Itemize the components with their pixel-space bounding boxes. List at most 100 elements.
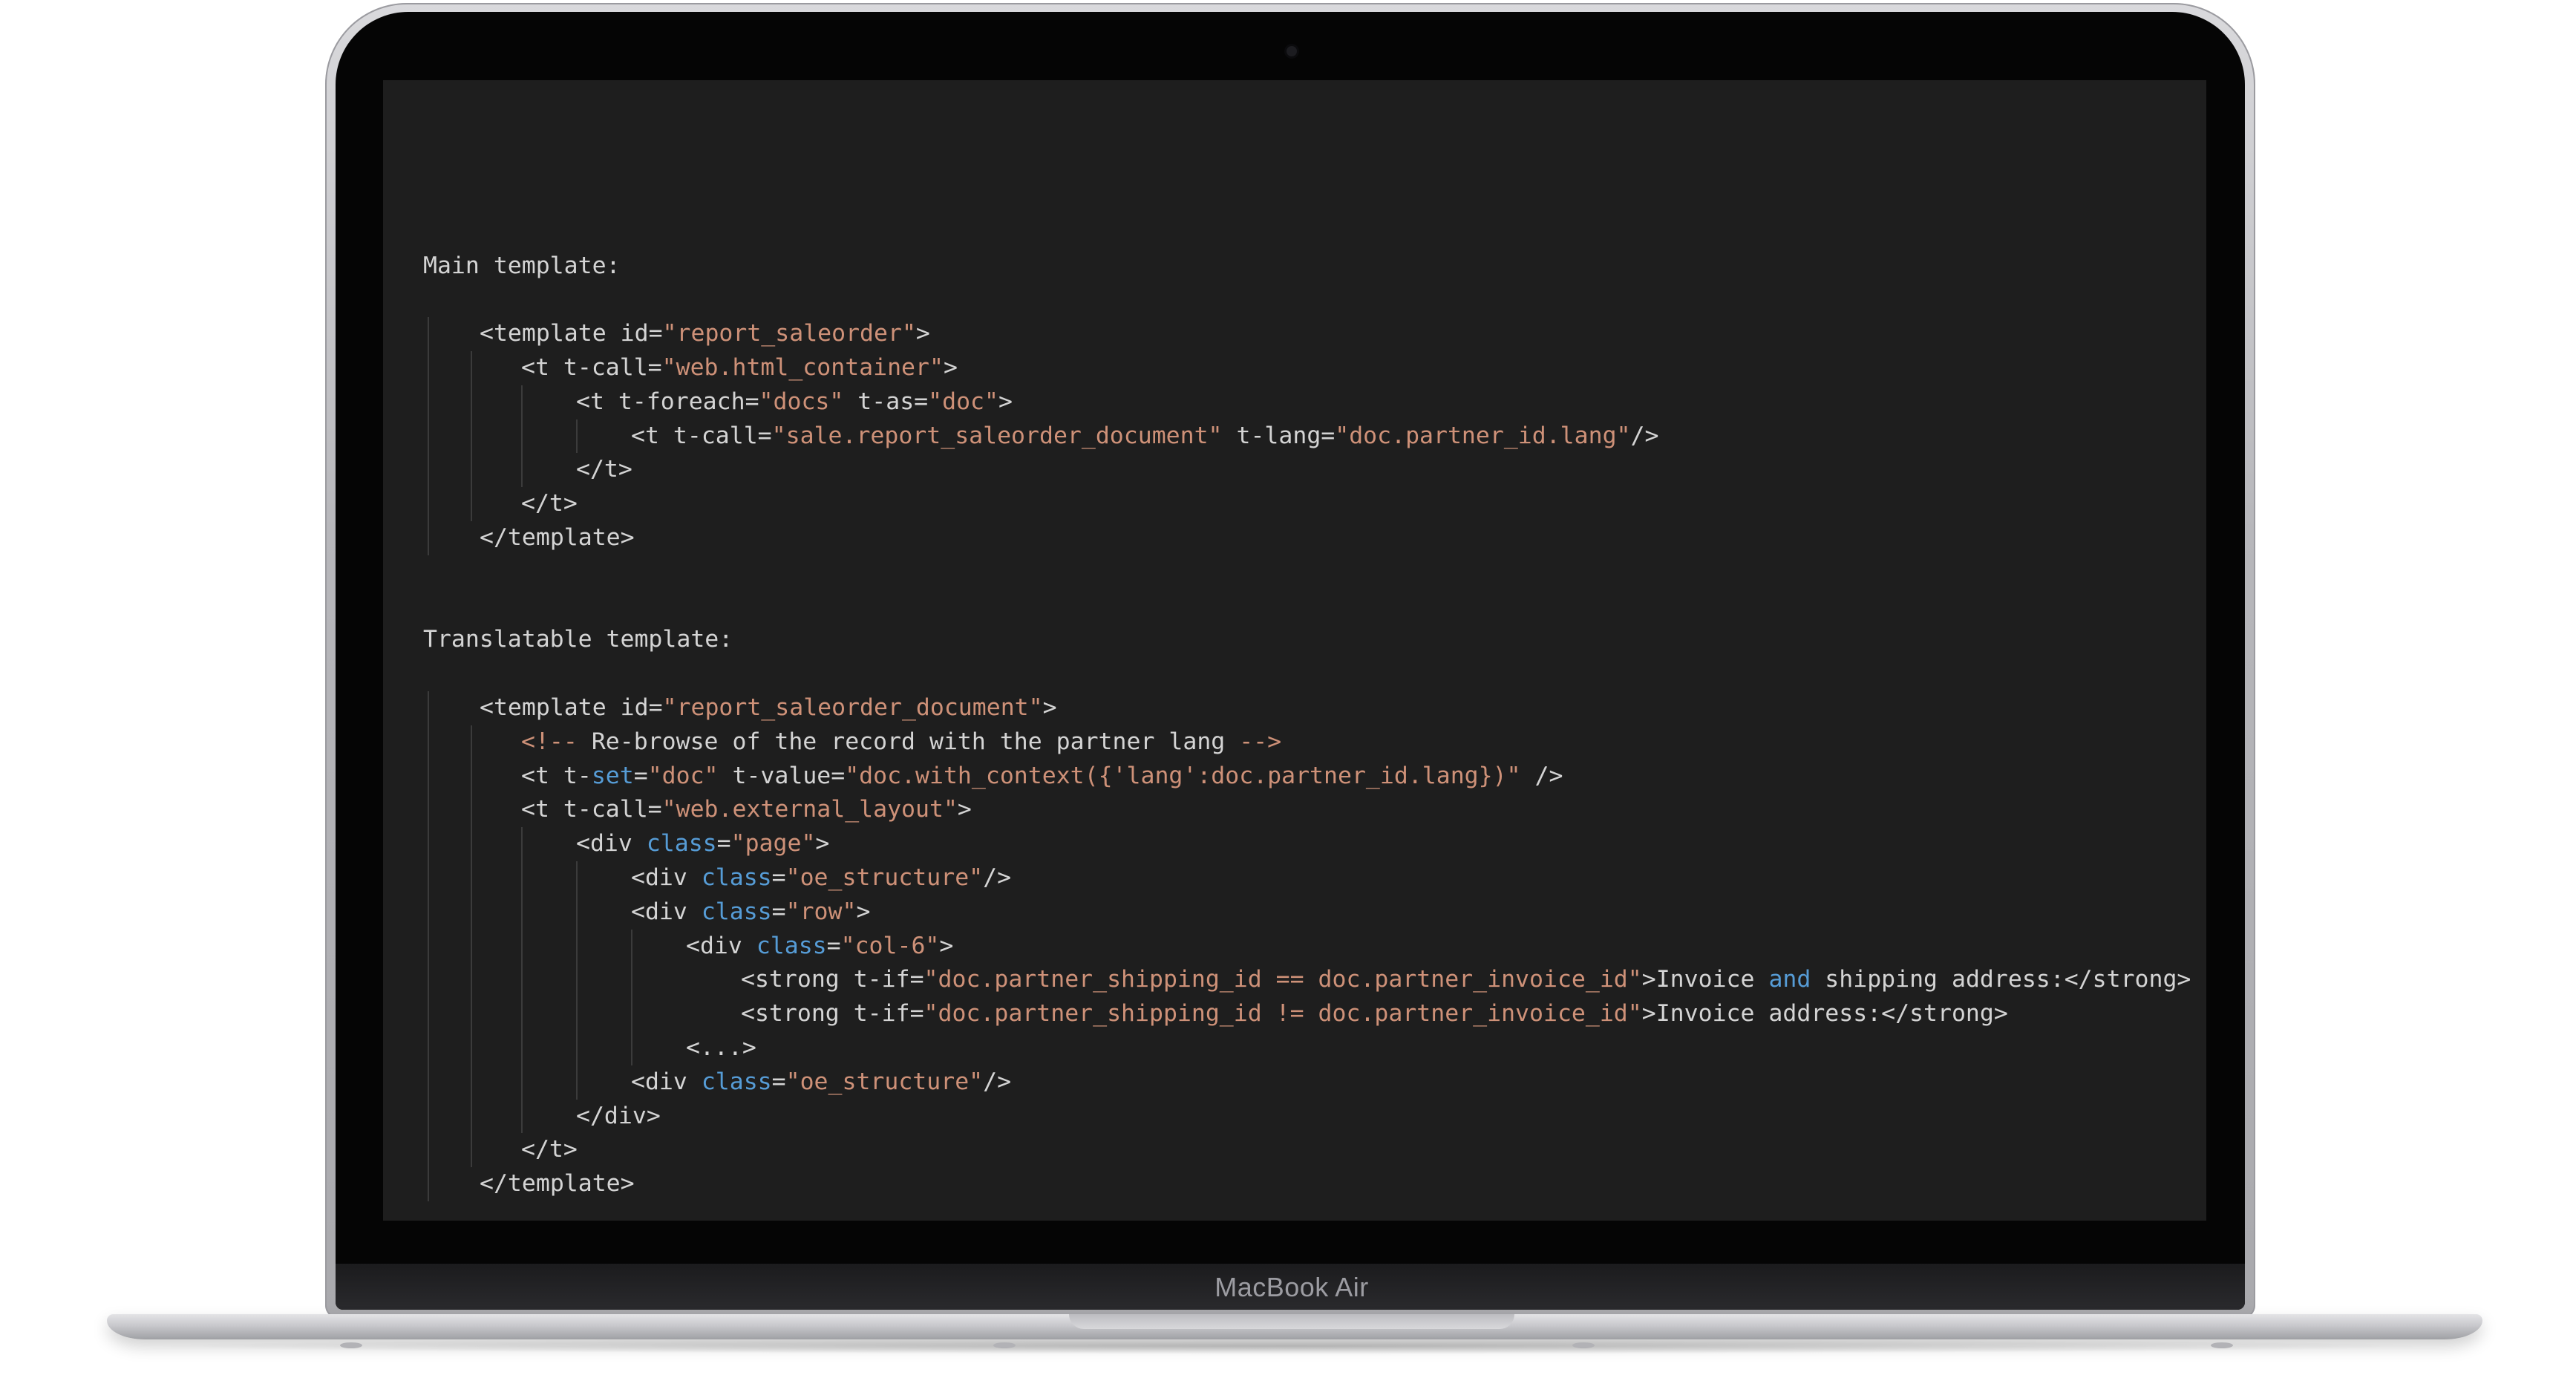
code-line: <...>: [423, 1031, 2190, 1065]
code-line-content: <div class="col-6">: [686, 930, 953, 964]
code-line: <strong t-if="doc.partner_shipping_id !=…: [423, 997, 2190, 1031]
code-line-content: <!-- Re-browse of the record with the pa…: [521, 725, 1281, 760]
code-line: </t>: [423, 453, 2190, 487]
code-token: >: [856, 898, 871, 925]
code-token: </t>: [521, 490, 578, 518]
code-token: =: [826, 932, 841, 959]
code-line-content: <strong t-if="doc.partner_shipping_id !=…: [741, 997, 2008, 1031]
code-line-content: <t t-call="sale.report_saleorder_documen…: [631, 419, 1658, 454]
code-token: Re-browse of the record: [591, 728, 929, 755]
code-token: "doc.with_context({'lang':doc.partner_id…: [845, 762, 1521, 789]
code-token: "page": [730, 830, 816, 858]
code-token: <div: [686, 932, 756, 959]
base-shadow: [141, 1338, 2442, 1354]
code-line-content: Main template:: [423, 249, 621, 284]
code-line-content: <div class="page">: [576, 827, 829, 861]
code-line-content: <template id="report_saleorder_document"…: [480, 691, 1057, 725]
code-token: <t t-: [521, 762, 592, 789]
code-token: "web.external_layout": [661, 796, 958, 823]
code-token: t-value=: [718, 762, 846, 789]
code-token: >: [939, 932, 954, 959]
code-token: "sale.report_saleorder_document": [771, 422, 1223, 449]
code-token: <strong t-if=: [741, 966, 924, 993]
code-line: </t>: [423, 487, 2190, 521]
code-token: "report_saleorder": [662, 320, 916, 347]
indent-guide: [471, 351, 472, 521]
code-line-content: <t t-foreach="docs" t-as="doc">: [576, 385, 1013, 419]
code-token: />: [1630, 422, 1659, 449]
base-foot: [993, 1342, 1016, 1348]
code-line-content: </template>: [480, 521, 635, 555]
code-line: <template id="report_saleorder">: [423, 317, 2190, 351]
code-token: Main template:: [423, 252, 621, 279]
code-line: <t t-set="doc" t-value="doc.with_context…: [423, 760, 2190, 794]
code-line-content: <t t-call="web.html_container">: [521, 351, 958, 385]
code-line-content: </div>: [576, 1100, 661, 1134]
base-notch: [1069, 1314, 1514, 1329]
code-line-content: <div class="row">: [631, 895, 870, 930]
code-token: />: [983, 1068, 1012, 1095]
code-token: </div>: [576, 1102, 661, 1129]
code-line: Translatable template:: [423, 623, 2190, 657]
code-token: class: [701, 898, 772, 925]
brand-label: MacBook Air: [1215, 1272, 1369, 1302]
code-line-content: </t>: [521, 1133, 578, 1167]
code-token: <t t-foreach=: [576, 388, 759, 415]
base-foot: [340, 1342, 362, 1348]
code-token: =: [716, 830, 731, 858]
code-token: <t t-call=: [631, 422, 772, 449]
code-line: <t t-call="sale.report_saleorder_documen…: [423, 419, 2190, 454]
code-line: </template>: [423, 521, 2190, 555]
code-token: shipping address:</strong>: [1811, 966, 2191, 993]
code-line-content: <div class="oe_structure"/>: [631, 1065, 1011, 1100]
code-token: "row": [785, 898, 857, 925]
indent-guide: [576, 861, 578, 1100]
code-block: Main template: <template id="report_saleo…: [423, 181, 2191, 1201]
code-token: class: [756, 932, 827, 959]
code-token: >: [815, 830, 830, 858]
code-line-content: <t t-set="doc" t-value="doc.with_context…: [521, 760, 1563, 794]
code-line-content: <strong t-if="doc.partner_shipping_id ==…: [741, 963, 2191, 997]
indent-guide: [428, 691, 429, 1201]
code-line: <t t-call="web.html_container">: [423, 351, 2190, 385]
code-token: >: [957, 796, 972, 823]
code-token: <div: [631, 1068, 702, 1095]
code-token: />: [1520, 762, 1563, 789]
code-line: Main template:: [423, 249, 2190, 284]
code-line-content: </t>: [576, 453, 632, 487]
code-token: <div: [631, 863, 702, 891]
indent-guide: [521, 827, 523, 1134]
code-line-content: </template>: [480, 1167, 635, 1201]
code-token: "docs": [759, 388, 844, 415]
code-line: <div class="oe_structure"/>: [423, 861, 2190, 895]
code-line-content: </t>: [521, 487, 578, 521]
code-token: <template id=: [480, 693, 663, 721]
indent-guide: [428, 317, 429, 555]
code-token: "doc.partner_id.lang": [1335, 422, 1631, 449]
code-token: Translatable template:: [423, 626, 733, 653]
code-token: />: [983, 863, 1012, 891]
code-token: =: [771, 898, 786, 925]
code-token: "web.html_container": [661, 353, 944, 381]
code-token: =: [633, 762, 648, 789]
code-token: >: [1042, 693, 1057, 721]
code-token: "doc.partner_shipping_id == doc.partner_…: [923, 966, 1642, 993]
code-token: <div: [631, 898, 702, 925]
code-line: <!-- Re-browse of the record with the pa…: [423, 725, 2190, 760]
code-line: <div class="col-6">: [423, 930, 2190, 964]
code-line: <div class="row">: [423, 895, 2190, 930]
code-token: >: [998, 388, 1013, 415]
laptop-mockup: Main template: <template id="report_saleo…: [0, 0, 2576, 1381]
code-token: </t>: [576, 456, 632, 483]
base-foot: [1572, 1342, 1595, 1348]
code-token: "col-6": [840, 932, 940, 959]
code-token: </template>: [480, 1170, 635, 1198]
code-token: "doc": [928, 388, 998, 415]
code-editor-screen: Main template: <template id="report_saleo…: [383, 80, 2206, 1221]
code-line: <t t-call="web.external_layout">: [423, 793, 2190, 827]
